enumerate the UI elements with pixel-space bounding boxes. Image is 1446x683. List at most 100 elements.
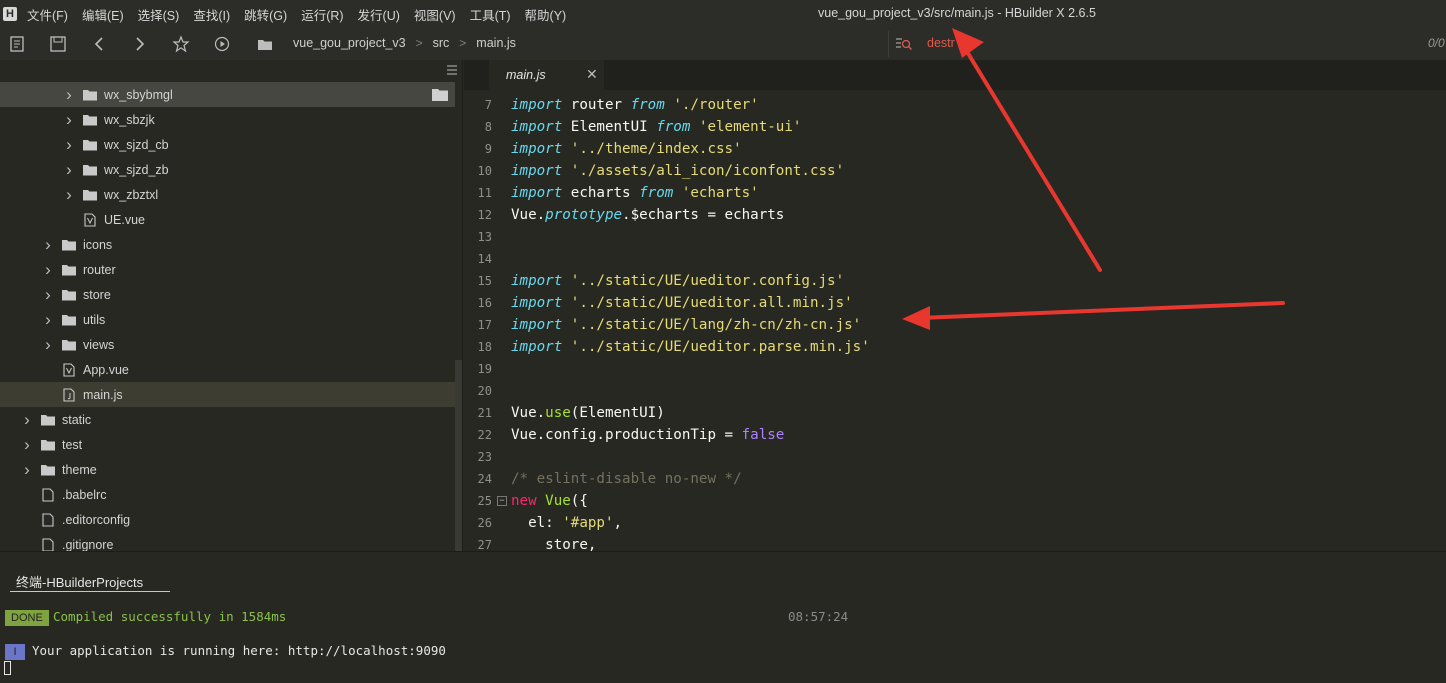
breadcrumb: vue_gou_project_v3 > src > main.js bbox=[293, 36, 516, 50]
menu-item[interactable]: 跳转(G) bbox=[244, 5, 287, 24]
line-number: 19 bbox=[477, 362, 492, 376]
toolbar: vue_gou_project_v3 > src > main.js destr bbox=[0, 28, 1446, 60]
sidebar-scrollbar[interactable] bbox=[455, 360, 462, 551]
code-line[interactable]: 9 import '../theme/index.css' bbox=[464, 138, 1446, 160]
code-line[interactable]: 19 bbox=[464, 358, 1446, 380]
chevron-right-icon[interactable]: › bbox=[20, 460, 34, 480]
vue-file-icon bbox=[82, 212, 98, 227]
menu-item[interactable]: 选择(S) bbox=[138, 5, 180, 24]
chevron-right-icon[interactable]: › bbox=[20, 410, 34, 430]
tree-folder[interactable]: › utils bbox=[0, 307, 455, 332]
tree-folder[interactable]: › wx_zbztxl bbox=[0, 182, 455, 207]
chevron-right-icon[interactable]: › bbox=[20, 435, 34, 455]
chevron-right-icon[interactable]: › bbox=[41, 260, 55, 280]
chevron-right-icon[interactable]: › bbox=[41, 285, 55, 305]
tree-folder[interactable]: › static bbox=[0, 407, 455, 432]
chevron-right-icon[interactable]: › bbox=[62, 110, 76, 130]
code-line[interactable]: 14 bbox=[464, 248, 1446, 270]
tree-folder[interactable]: › test bbox=[0, 432, 455, 457]
chevron-right-icon[interactable]: › bbox=[62, 85, 76, 105]
code-line[interactable]: 27 store, bbox=[464, 534, 1446, 551]
menu-item[interactable]: 帮助(Y) bbox=[525, 5, 567, 24]
code-line[interactable]: 25− new Vue({ bbox=[464, 490, 1446, 512]
forward-icon[interactable] bbox=[131, 35, 149, 53]
tree-folder[interactable]: › wx_sbybmgl bbox=[0, 82, 455, 107]
code-editor[interactable]: main.js ✕ 7 import router from './router'… bbox=[464, 60, 1446, 551]
window-title: vue_gou_project_v3/src/main.js - HBuilde… bbox=[818, 6, 1096, 20]
new-file-icon[interactable] bbox=[8, 35, 26, 53]
tree-folder[interactable]: › router bbox=[0, 257, 455, 282]
code-token: ElementUI bbox=[562, 119, 657, 135]
code-token: from bbox=[630, 97, 665, 113]
chevron-right-icon[interactable]: › bbox=[62, 135, 76, 155]
tab-main-js[interactable]: main.js ✕ bbox=[489, 60, 604, 90]
code-line[interactable]: 22 Vue.config.productionTip = false bbox=[464, 424, 1446, 446]
breadcrumb-file[interactable]: main.js bbox=[476, 36, 516, 50]
code-line[interactable]: 12 Vue.prototype.$echarts = echarts bbox=[464, 204, 1446, 226]
code-line[interactable]: 26 el: '#app', bbox=[464, 512, 1446, 534]
menu-item[interactable]: 编辑(E) bbox=[82, 5, 124, 24]
open-folder-icon[interactable] bbox=[432, 88, 448, 101]
tree-folder[interactable]: › theme bbox=[0, 457, 455, 482]
code-line[interactable]: 11 import echarts from 'echarts' bbox=[464, 182, 1446, 204]
chevron-right-icon[interactable]: › bbox=[41, 310, 55, 330]
tree-folder[interactable]: › wx_sjzd_cb bbox=[0, 132, 455, 157]
code-token: Vue. bbox=[511, 405, 546, 421]
chevron-right-icon[interactable]: › bbox=[41, 235, 55, 255]
tree-file[interactable]: main.js bbox=[0, 382, 455, 407]
chevron-right-icon[interactable]: › bbox=[62, 160, 76, 180]
menu-icon[interactable] bbox=[446, 64, 458, 76]
tree-file[interactable]: App.vue bbox=[0, 357, 455, 382]
line-number: 14 bbox=[477, 252, 492, 266]
code-line[interactable]: 10 import './assets/ali_icon/iconfont.css… bbox=[464, 160, 1446, 182]
menu-item[interactable]: 工具(T) bbox=[470, 5, 511, 24]
tree-file[interactable]: UE.vue bbox=[0, 207, 455, 232]
save-icon[interactable] bbox=[49, 35, 67, 53]
tree-file[interactable]: .editorconfig bbox=[0, 507, 455, 532]
code-line[interactable]: 13 bbox=[464, 226, 1446, 248]
breadcrumb-project[interactable]: vue_gou_project_v3 bbox=[293, 36, 406, 50]
menu-item[interactable]: 查找(I) bbox=[193, 5, 230, 24]
tree-item-label: wx_zbztxl bbox=[104, 187, 159, 202]
code-line[interactable]: 7 import router from './router' bbox=[464, 94, 1446, 116]
code-line[interactable]: 21 Vue.use(ElementUI) bbox=[464, 402, 1446, 424]
chevron-right-icon[interactable]: › bbox=[41, 335, 55, 355]
code-line[interactable]: 8 import ElementUI from 'element-ui' bbox=[464, 116, 1446, 138]
code-line[interactable]: 24 /* eslint-disable no-new */ bbox=[464, 468, 1446, 490]
code-line[interactable]: 23 bbox=[464, 446, 1446, 468]
code-line[interactable]: 16 import '../static/UE/ueditor.all.min.j… bbox=[464, 292, 1446, 314]
search-input[interactable]: destr bbox=[927, 36, 955, 50]
menu-item[interactable]: 发行(U) bbox=[358, 5, 400, 24]
breadcrumb-folder[interactable]: src bbox=[433, 36, 450, 50]
tree-folder[interactable]: › icons bbox=[0, 232, 455, 257]
star-icon[interactable] bbox=[172, 35, 190, 53]
close-icon[interactable]: ✕ bbox=[586, 67, 598, 81]
run-icon[interactable] bbox=[213, 35, 231, 53]
tree-file[interactable]: .babelrc bbox=[0, 482, 455, 507]
tree-folder[interactable]: › wx_sjzd_zb bbox=[0, 157, 455, 182]
chevron-right-icon[interactable]: › bbox=[62, 185, 76, 205]
tree-folder[interactable]: › store bbox=[0, 282, 455, 307]
tab-terminal[interactable]: 终端-HBuilderProjects bbox=[10, 568, 170, 592]
code-line[interactable]: 20 bbox=[464, 380, 1446, 402]
fold-toggle-icon[interactable]: − bbox=[497, 496, 507, 506]
tree-folder[interactable]: › wx_sbzjk bbox=[0, 107, 455, 132]
back-icon[interactable] bbox=[90, 35, 108, 53]
tree-folder[interactable]: › views bbox=[0, 332, 455, 357]
tree-item-label: .babelrc bbox=[62, 487, 107, 502]
code-token: (ElementUI) bbox=[570, 405, 665, 421]
menu-item[interactable]: 视图(V) bbox=[414, 5, 456, 24]
code-line[interactable]: 17 import '../static/UE/lang/zh-cn/zh-cn.… bbox=[464, 314, 1446, 336]
menu-item[interactable]: 运行(R) bbox=[301, 5, 343, 24]
compiled-timestamp: 08:57:24 bbox=[788, 609, 849, 624]
search-box[interactable]: destr bbox=[888, 31, 1428, 57]
menu-item[interactable]: 文件(F) bbox=[27, 5, 68, 24]
tree-file[interactable]: .gitignore bbox=[0, 532, 455, 551]
code-line[interactable]: 18 import '../static/UE/ueditor.parse.min… bbox=[464, 336, 1446, 358]
line-number: 13 bbox=[477, 230, 492, 244]
code-line[interactable]: 15 import '../static/UE/ueditor.config.js… bbox=[464, 270, 1446, 292]
tree-item-label: App.vue bbox=[83, 362, 129, 377]
